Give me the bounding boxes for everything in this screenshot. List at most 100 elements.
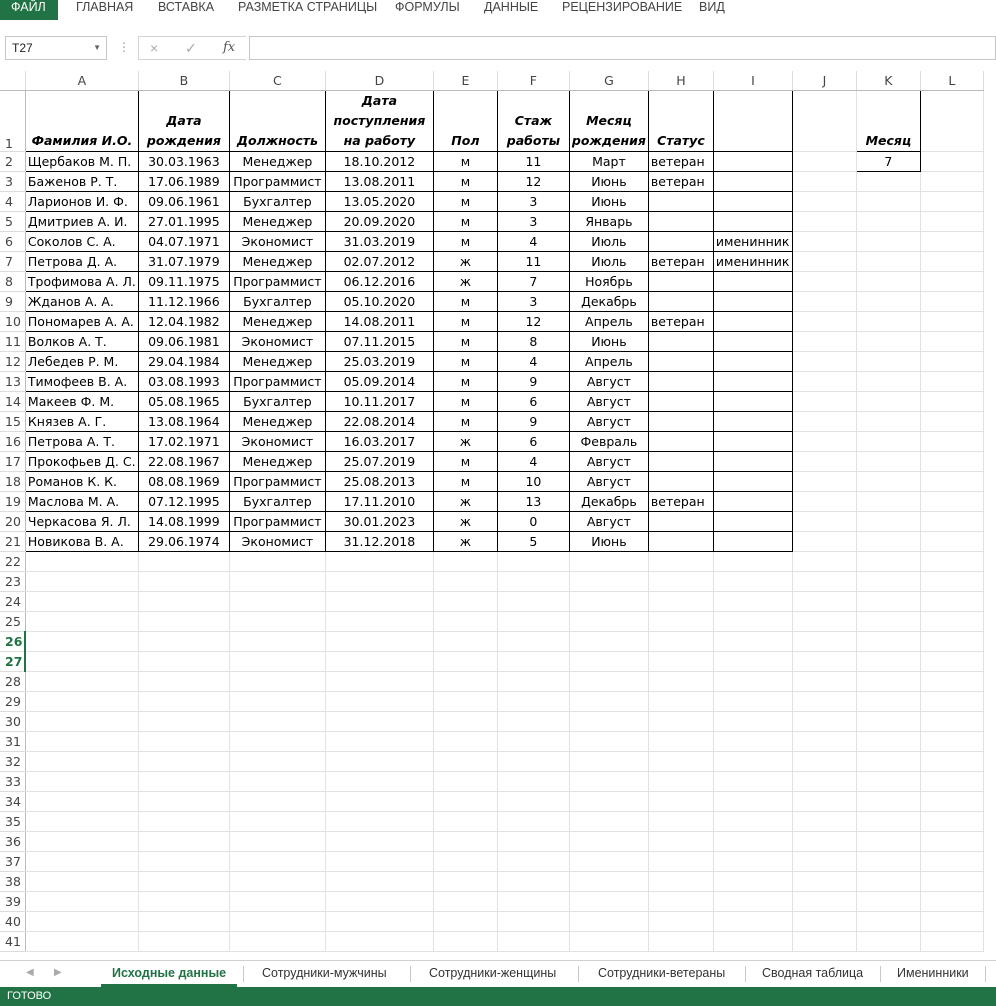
cell-position[interactable]: Менеджер	[228, 210, 326, 232]
cell-birth-month[interactable]: Июнь	[568, 330, 649, 352]
cell[interactable]	[920, 471, 984, 492]
cell[interactable]	[569, 811, 649, 832]
cell[interactable]	[229, 571, 326, 592]
cell-birthday[interactable]	[712, 510, 793, 532]
cell[interactable]	[648, 591, 714, 612]
cell[interactable]	[229, 911, 326, 932]
cell[interactable]	[792, 431, 857, 452]
cell[interactable]	[792, 831, 857, 852]
cell[interactable]	[325, 791, 434, 812]
cell-birthday[interactable]	[712, 450, 793, 472]
cell[interactable]	[229, 811, 326, 832]
cell[interactable]	[138, 751, 230, 772]
cell[interactable]	[25, 931, 139, 952]
cell[interactable]	[713, 911, 793, 932]
cell-status[interactable]	[647, 230, 714, 252]
cell[interactable]	[648, 671, 714, 692]
cell[interactable]	[569, 731, 649, 752]
cell-experience[interactable]: 12	[496, 170, 570, 192]
cell[interactable]	[856, 311, 921, 332]
cell[interactable]	[25, 791, 139, 812]
cell[interactable]	[792, 591, 857, 612]
cell[interactable]	[856, 751, 921, 772]
cell[interactable]	[792, 291, 857, 312]
cell-name[interactable]: Макеев Ф. М.	[24, 390, 139, 412]
cell[interactable]	[920, 511, 984, 532]
cell[interactable]	[497, 651, 570, 672]
row-header[interactable]: 22	[0, 551, 26, 572]
cell[interactable]	[569, 631, 649, 652]
cell-position[interactable]: Менеджер	[228, 150, 326, 172]
cell[interactable]	[433, 731, 498, 752]
cell[interactable]	[648, 851, 714, 872]
cell[interactable]	[138, 791, 230, 812]
cell-birthday[interactable]: именинник	[712, 250, 793, 272]
cell-gender[interactable]: м	[432, 330, 498, 352]
cell[interactable]	[713, 831, 793, 852]
cell-hire-date[interactable]: 30.01.2023	[324, 510, 434, 532]
cell[interactable]	[25, 911, 139, 932]
cell[interactable]	[497, 831, 570, 852]
cell[interactable]	[856, 431, 921, 452]
cell-position[interactable]: Программист	[228, 370, 326, 392]
cell-birth-month[interactable]: Июль	[568, 230, 649, 252]
cell[interactable]	[792, 791, 857, 812]
cell[interactable]	[856, 571, 921, 592]
cell-birthday[interactable]	[712, 290, 793, 312]
cell[interactable]	[325, 671, 434, 692]
cell-gender[interactable]: м	[432, 410, 498, 432]
cell-birth-month[interactable]: Декабрь	[568, 290, 649, 312]
sheet-tab-birthdays[interactable]: Именинники	[887, 961, 979, 987]
row-header[interactable]: 40	[0, 911, 26, 932]
cell-gender[interactable]: ж	[432, 270, 498, 292]
cell[interactable]	[713, 671, 793, 692]
cell-position[interactable]: Программист	[228, 510, 326, 532]
cell[interactable]	[497, 791, 570, 812]
cell[interactable]	[920, 711, 984, 732]
header-cell-position[interactable]: Должность	[228, 89, 326, 152]
row-header[interactable]: 34	[0, 791, 26, 812]
cell[interactable]	[648, 691, 714, 712]
cell[interactable]	[713, 751, 793, 772]
cell[interactable]	[325, 931, 434, 952]
cell[interactable]	[856, 191, 921, 212]
row-header[interactable]: 14	[0, 391, 26, 412]
cell-gender[interactable]: м	[432, 210, 498, 232]
cell-status[interactable]	[647, 290, 714, 312]
cell-hire-date[interactable]: 05.09.2014	[324, 370, 434, 392]
cell[interactable]	[569, 751, 649, 772]
cell[interactable]	[920, 871, 984, 892]
cell[interactable]	[792, 691, 857, 712]
cell-position[interactable]: Экономист	[228, 430, 326, 452]
cell[interactable]	[569, 611, 649, 632]
cell[interactable]	[138, 551, 230, 572]
cell-status[interactable]	[647, 270, 714, 292]
cell[interactable]	[569, 931, 649, 952]
cell-status[interactable]	[647, 370, 714, 392]
cell[interactable]	[856, 271, 921, 292]
cell[interactable]	[25, 551, 139, 572]
cell[interactable]	[497, 871, 570, 892]
cell[interactable]	[497, 851, 570, 872]
cell-experience[interactable]: 3	[496, 290, 570, 312]
cell[interactable]	[497, 891, 570, 912]
cell-experience[interactable]: 4	[496, 350, 570, 372]
cell[interactable]	[138, 691, 230, 712]
cell-name[interactable]: Черкасова Я. Л.	[24, 510, 139, 532]
cell[interactable]	[920, 231, 984, 252]
cell[interactable]	[856, 531, 921, 552]
cell-experience[interactable]: 9	[496, 370, 570, 392]
cell-position[interactable]: Бухгалтер	[228, 190, 326, 212]
cell[interactable]	[25, 631, 139, 652]
cell-position[interactable]: Бухгалтер	[228, 490, 326, 512]
cell-gender[interactable]: м	[432, 170, 498, 192]
cell-status[interactable]	[647, 530, 714, 552]
cell[interactable]	[792, 651, 857, 672]
cell-name[interactable]: Маслова М. А.	[24, 490, 139, 512]
cell-name[interactable]: Петрова Д. А.	[24, 250, 139, 272]
scroll-left-icon[interactable]: ◀	[26, 967, 34, 978]
insert-function-icon[interactable]: fx	[223, 40, 235, 55]
row-header[interactable]: 21	[0, 531, 26, 552]
cell[interactable]	[25, 851, 139, 872]
cell[interactable]	[792, 311, 857, 332]
